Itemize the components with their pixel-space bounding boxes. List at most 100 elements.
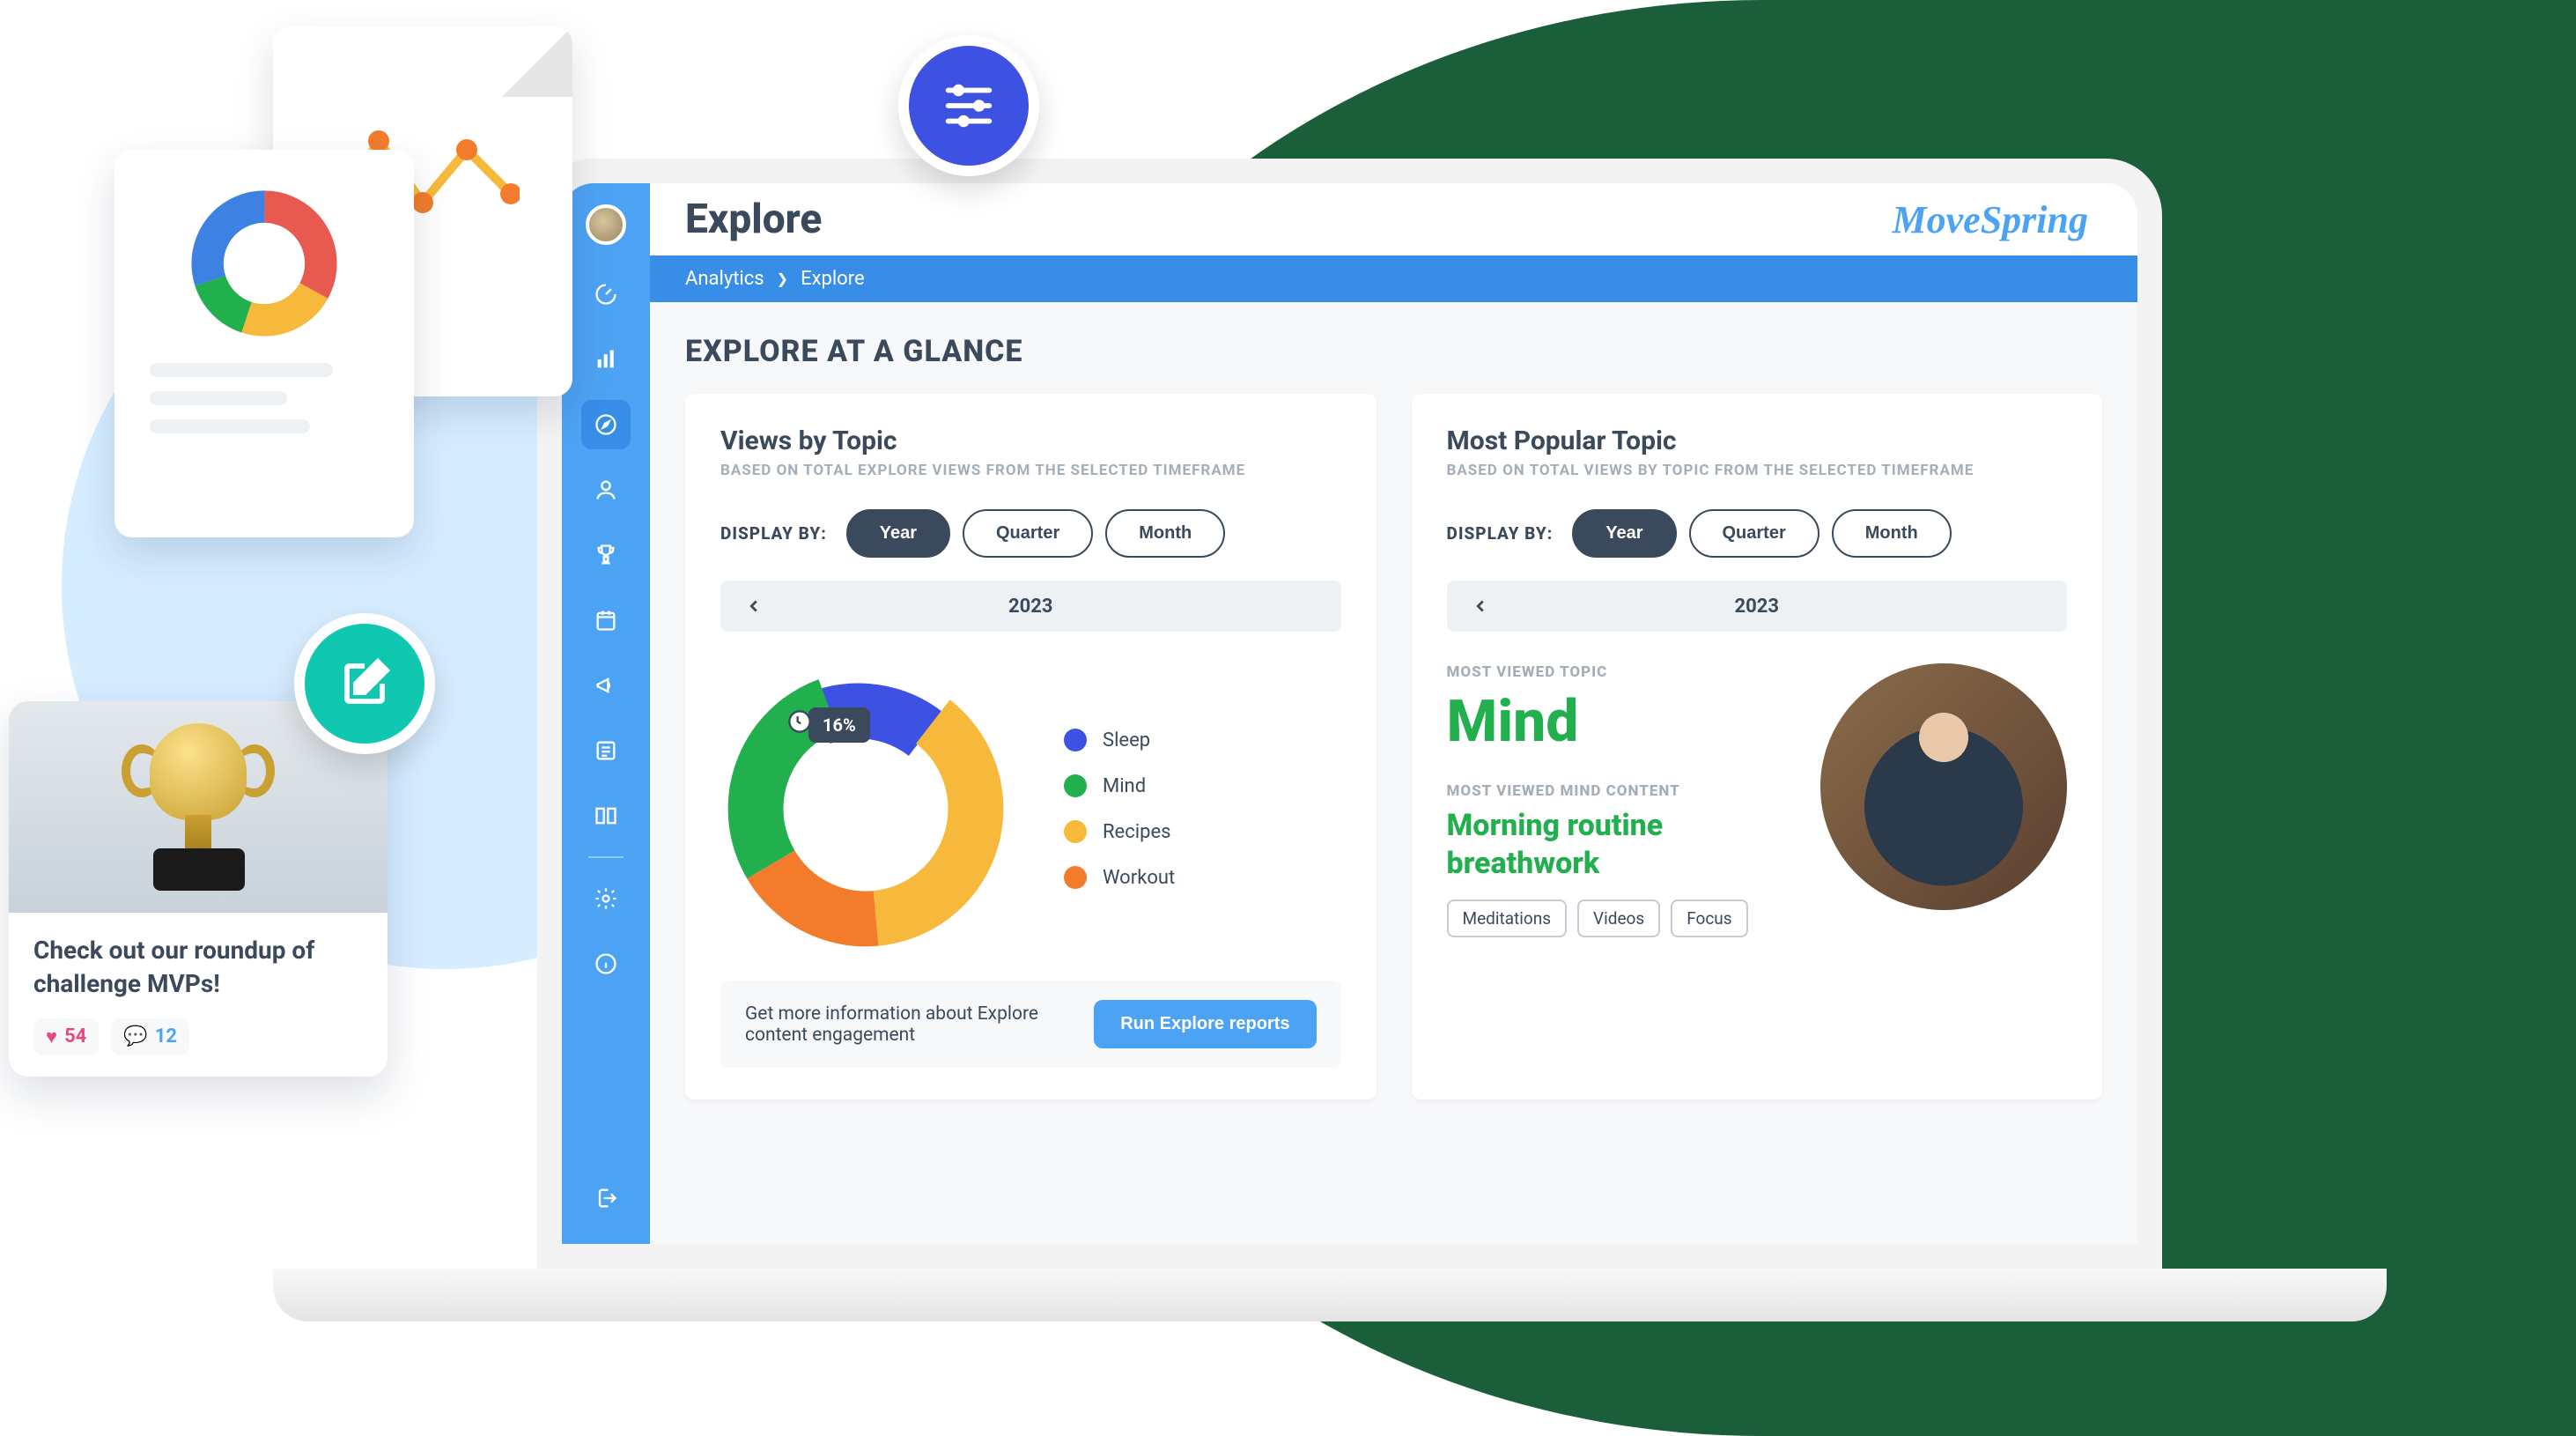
users-icon	[594, 477, 618, 502]
calendar-icon	[594, 608, 618, 633]
seg-year-2[interactable]: Year	[1572, 509, 1676, 558]
mvp-headline: Check out our roundup of challenge MVPs!	[33, 934, 363, 1001]
info-icon	[594, 951, 618, 976]
sliders-icon	[938, 75, 1000, 137]
period-prev-2[interactable]	[1463, 588, 1498, 624]
sidebar-item-trophy[interactable]	[581, 530, 631, 580]
chevron-left-icon	[1471, 596, 1490, 616]
sidebar-item-library[interactable]	[581, 791, 631, 840]
page-header: Explore MoveSpring	[650, 183, 2137, 255]
popular-card-title: Most Popular Topic	[1447, 426, 2068, 456]
legend-mind[interactable]: Mind	[1064, 774, 1175, 797]
mini-donut-icon	[189, 189, 339, 338]
reports-bar: Get more information about Explore conte…	[720, 981, 1341, 1068]
seg-month-2[interactable]: Month	[1832, 509, 1952, 558]
section-heading: EXPLORE AT A GLANCE	[685, 334, 2102, 369]
announce-icon	[594, 673, 618, 698]
seg-year[interactable]: Year	[846, 509, 950, 558]
views-by-topic-card: Views by Topic BASED ON TOTAL EXPLORE VI…	[685, 394, 1377, 1099]
topic-image	[1820, 663, 2067, 910]
chevron-left-icon	[744, 596, 764, 616]
sidebar-item-settings[interactable]	[581, 874, 631, 923]
list-icon	[594, 738, 618, 763]
seg-quarter[interactable]: Quarter	[963, 509, 1093, 558]
views-card-subtitle: BASED ON TOTAL EXPLORE VIEWS FROM THE SE…	[720, 462, 1341, 479]
legend-workout-label: Workout	[1103, 867, 1175, 889]
legend-mind-label: Mind	[1103, 775, 1146, 797]
display-segment-2: Year Quarter Month	[1572, 509, 1952, 558]
library-icon	[594, 803, 618, 828]
views-card-title: Views by Topic	[720, 426, 1341, 456]
breadcrumb-current: Explore	[801, 268, 865, 290]
most-viewed-topic: Mind	[1447, 688, 1791, 756]
legend-recipes[interactable]: Recipes	[1064, 820, 1175, 843]
legend-sleep[interactable]: Sleep	[1064, 729, 1175, 751]
sidebar-item-announce[interactable]	[581, 661, 631, 710]
reports-text: Get more information about Explore conte…	[745, 1003, 1073, 1046]
most-viewed-content[interactable]: Morning routine breathwork	[1447, 807, 1791, 882]
sidebar-item-explore[interactable]	[581, 400, 631, 449]
run-reports-button[interactable]: Run Explore reports	[1094, 1000, 1316, 1048]
mvp-comments[interactable]: 💬 12	[111, 1018, 189, 1055]
seg-quarter-2[interactable]: Quarter	[1689, 509, 1819, 558]
dashboard-icon	[594, 282, 618, 307]
sidebar-item-analytics[interactable]	[581, 335, 631, 384]
chevron-right-icon: ❯	[777, 270, 788, 287]
period-label: 2023	[1008, 596, 1053, 618]
trophy-icon	[594, 543, 618, 567]
brand-logo: MoveSpring	[1893, 197, 2088, 242]
sidebar-item-calendar[interactable]	[581, 596, 631, 645]
heart-icon: ♥	[46, 1025, 57, 1048]
breadcrumb-parent[interactable]: Analytics	[685, 268, 764, 290]
most-viewed-content-label: MOST VIEWED MIND CONTENT	[1447, 782, 1791, 800]
legend-workout[interactable]: Workout	[1064, 866, 1175, 889]
sidebar-item-dashboard[interactable]	[581, 270, 631, 319]
breadcrumb: Analytics ❯ Explore	[650, 255, 2137, 302]
sidebar-item-info[interactable]	[581, 939, 631, 988]
filters-badge	[898, 35, 1039, 176]
avatar[interactable]	[586, 204, 626, 245]
period-nav: 2023	[720, 581, 1341, 632]
period-prev[interactable]	[736, 588, 771, 624]
decorative-doc-donut	[114, 150, 414, 537]
views-donut-chart[interactable]: 16%	[720, 663, 1011, 954]
sidebar-item-users[interactable]	[581, 465, 631, 514]
seg-month[interactable]: Month	[1105, 509, 1225, 558]
mvp-comments-count: 12	[155, 1025, 177, 1047]
sidebar-item-logout[interactable]	[581, 1173, 631, 1223]
explore-icon	[594, 412, 618, 437]
sidebar-divider	[588, 856, 624, 858]
edit-badge	[294, 613, 435, 754]
tag-meditations[interactable]: Meditations	[1447, 899, 1568, 937]
popular-card-subtitle: BASED ON TOTAL VIEWS BY TOPIC FROM THE S…	[1447, 462, 2068, 479]
comment-icon: 💬	[123, 1025, 147, 1047]
logout-icon	[594, 1186, 618, 1210]
cursor-icon	[787, 709, 812, 734]
sidebar	[562, 183, 650, 1244]
main-area: Explore MoveSpring Analytics ❯ Explore E…	[650, 183, 2137, 1244]
trophy-icon	[132, 723, 264, 891]
display-by-label-2: DISPLAY BY:	[1447, 523, 1554, 544]
laptop-frame: Explore MoveSpring Analytics ❯ Explore E…	[273, 159, 2387, 1392]
display-by-label: DISPLAY BY:	[720, 523, 827, 544]
mvp-hearts[interactable]: ♥ 54	[33, 1018, 99, 1055]
page-title: Explore	[685, 196, 822, 243]
display-segment: Year Quarter Month	[846, 509, 1226, 558]
mvp-hearts-count: 54	[64, 1025, 86, 1047]
sidebar-item-list[interactable]	[581, 726, 631, 775]
legend-sleep-label: Sleep	[1103, 729, 1150, 751]
period-label-2: 2023	[1735, 596, 1780, 618]
content-tags: Meditations Videos Focus	[1447, 899, 1791, 937]
most-viewed-topic-label: MOST VIEWED TOPIC	[1447, 663, 1791, 681]
tag-videos[interactable]: Videos	[1577, 899, 1660, 937]
period-nav-2: 2023	[1447, 581, 2068, 632]
settings-icon	[594, 886, 618, 911]
donut-tooltip: 16%	[808, 707, 870, 743]
tag-focus[interactable]: Focus	[1671, 899, 1747, 937]
legend-recipes-label: Recipes	[1103, 821, 1170, 843]
chart-legend: Sleep Mind Recipes Workout	[1064, 729, 1175, 889]
most-popular-card: Most Popular Topic BASED ON TOTAL VIEWS …	[1412, 394, 2103, 1099]
mvp-card[interactable]: Check out our roundup of challenge MVPs!…	[9, 701, 388, 1077]
analytics-icon	[594, 347, 618, 372]
edit-icon	[338, 657, 391, 710]
